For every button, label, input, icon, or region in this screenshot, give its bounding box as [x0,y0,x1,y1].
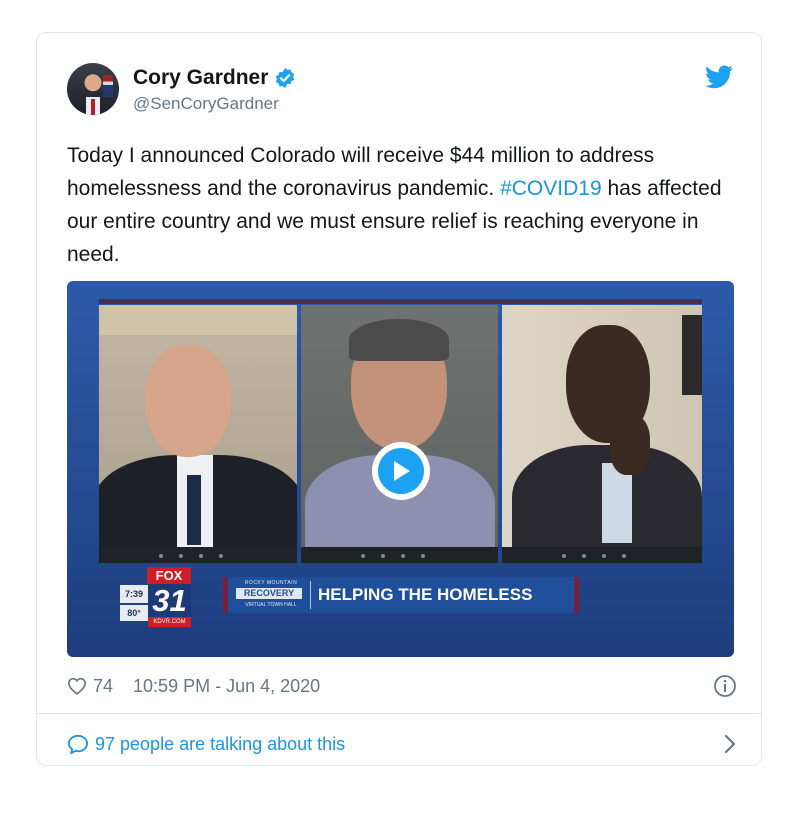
author-handle[interactable]: @SenCoryGardner [133,94,279,114]
video-panel-right [502,305,702,563]
twitter-bird-icon[interactable] [705,65,733,89]
info-icon[interactable] [713,674,737,698]
news-lower-third: FOX 7:39 80° 31 KDVR.COM ROCKY MOUNTAIN … [120,567,680,627]
chevron-right-icon[interactable] [723,733,737,755]
station-bug: FOX 7:39 80° 31 KDVR.COM [120,567,193,627]
hashtag-link[interactable]: #COVID19 [500,177,602,200]
author-name-row[interactable]: Cory Gardner [133,66,296,90]
avatar-tie [91,99,95,115]
program-top: ROCKY MOUNTAIN [244,580,298,586]
station-time: 7:39 [120,585,148,603]
author-name[interactable]: Cory Gardner [133,66,268,90]
heart-icon[interactable] [67,677,87,695]
play-icon [394,461,410,481]
station-temperature: 80° [120,605,148,621]
like-count[interactable]: 74 [93,676,113,697]
avatar-flag [103,75,113,97]
verified-icon [276,67,295,89]
headline-text: HELPING THE HOMELESS [318,585,533,604]
video-top-bar [99,299,702,304]
fox-logo: FOX [147,567,191,584]
divider [37,713,761,714]
conversation-link[interactable]: 97 people are talking about this [67,729,737,759]
program-logo: ROCKY MOUNTAIN RECOVERY VIRTUAL TOWN HAL… [236,580,306,610]
channel-number: 31 [148,584,191,617]
tweet-timestamp[interactable]: 10:59 PM - Jun 4, 2020 [133,676,320,697]
program-name: RECOVERY [236,588,302,599]
play-button[interactable] [372,442,430,500]
program-subtitle: VIRTUAL TOWN HALL [245,602,297,608]
avatar[interactable] [67,63,119,115]
tweet-text: Today I announced Colorado will receive … [67,139,737,271]
comment-bubble-icon [67,734,89,754]
tweet-meta: 74 10:59 PM - Jun 4, 2020 [67,671,737,701]
station-site: KDVR.COM [148,617,191,627]
video-media[interactable]: FOX 7:39 80° 31 KDVR.COM ROCKY MOUNTAIN … [67,281,734,657]
video-panel-left [99,305,297,563]
headline-banner: ROCKY MOUNTAIN RECOVERY VIRTUAL TOWN HAL… [223,577,579,613]
tweet-card: Cory Gardner @SenCoryGardner Today I ann… [36,32,762,766]
conversation-text[interactable]: 97 people are talking about this [95,734,345,755]
video-panel-center [301,305,498,563]
